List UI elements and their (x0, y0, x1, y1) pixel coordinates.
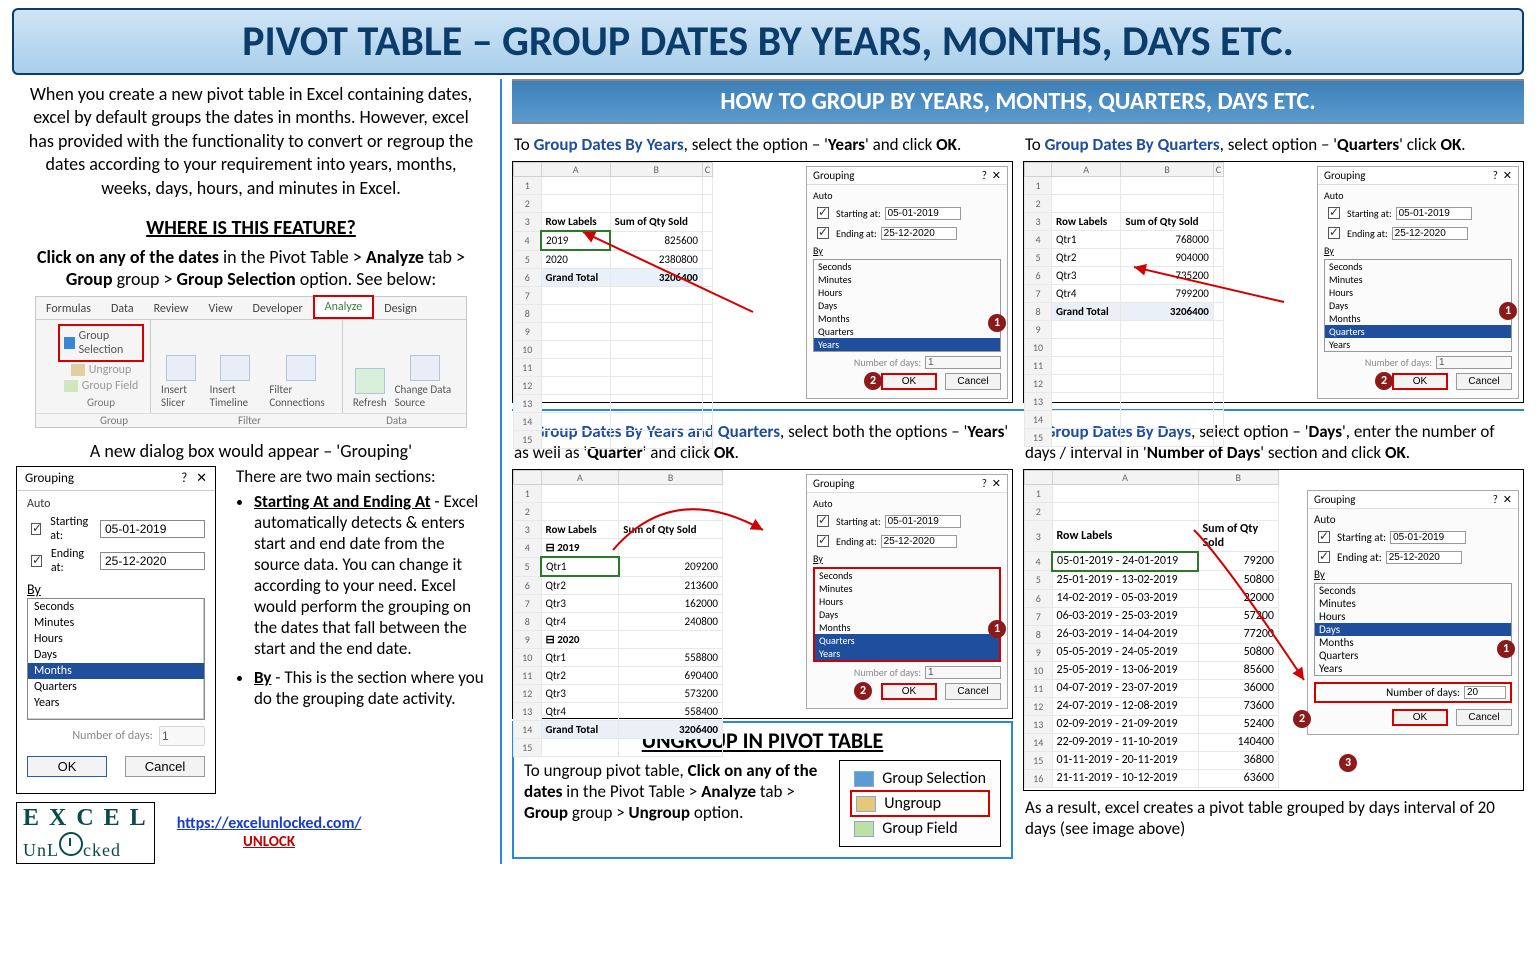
sections-description: There are two main sections: Starting At… (226, 466, 486, 794)
numdays-label: Number of days: (1386, 686, 1460, 699)
years-screenshot: ABC 1 2 3Row LabelsSum of Qty Sold 42019… (512, 161, 1013, 403)
change-source-icon (410, 355, 440, 381)
dialog-controls: ? ✕ (181, 471, 207, 486)
group-field-icon (854, 821, 874, 837)
yq-grouping-dialog: Grouping? ✕ Auto Starting at: Ending at:… (806, 474, 1008, 709)
quarters-screenshot: ABC 1 2 3Row LabelsSum of Qty Sold 4Qtr1… (1023, 161, 1524, 403)
quarters-sheet: ABC 1 2 3Row LabelsSum of Qty Sold 4Qtr1… (1024, 162, 1224, 447)
arrow-right-icon (64, 337, 75, 349)
cancel-button[interactable]: Cancel (125, 756, 205, 777)
group-field-item: Group Field (882, 819, 957, 838)
dialog-caption: A new dialog box would appear – 'Groupin… (16, 434, 486, 466)
dialog-title: Grouping (25, 471, 74, 486)
tab-design: Design (374, 299, 427, 319)
ok-button[interactable]: OK (27, 756, 107, 777)
tab-formulas: Formulas (36, 299, 101, 319)
start-label: Starting at: (50, 515, 94, 543)
days-screenshot: AB 1 2 3Row LabelsSum of Qty Sold 405-01… (1023, 469, 1524, 791)
logo: E X C E L UnLcked (16, 802, 155, 864)
tab-data: Data (101, 299, 144, 319)
step-marker-1: 1 (988, 620, 1006, 638)
ungroup-text: To ungroup pivot table, Click on any of … (524, 760, 829, 823)
grouping-dialog: Grouping ? ✕ Auto Starting at: Ending at… (16, 466, 216, 794)
unlock-text: UNLOCK (177, 833, 362, 851)
where-instruction: Click on any of the dates in the Pivot T… (16, 246, 486, 296)
yq-sheet: AB 1 2 3Row LabelsSum of Qty Sold 4⊟ 201… (513, 470, 723, 757)
numdays-input-20 (1464, 686, 1506, 699)
by-label: By (27, 581, 41, 598)
by-list[interactable]: Seconds Minutes Hours Days Months Quarte… (27, 598, 205, 720)
timeline-icon (220, 355, 250, 381)
ribbon-screenshot: Formulas Data Review View Developer Anal… (35, 296, 467, 428)
ungroup-item: Ungroup (884, 794, 941, 813)
group-selection-item: Group Selection (882, 769, 986, 788)
step-marker-3: 3 (1339, 754, 1357, 772)
step-marker-2: 2 (1375, 372, 1393, 390)
years-sheet: ABC 1 2 3Row LabelsSum of Qty Sold 42019… (513, 162, 713, 449)
connections-icon (286, 355, 316, 381)
tab-analyze: Analyze (313, 295, 375, 319)
auto-label: Auto (27, 497, 205, 511)
start-input[interactable] (100, 520, 205, 538)
tab-developer: Developer (243, 299, 313, 319)
intro-text: When you create a new pivot table in Exc… (16, 79, 486, 210)
years-instruction: To Group Dates By Years, select the opti… (512, 130, 1013, 161)
where-heading: WHERE IS THIS FEATURE? (16, 216, 486, 240)
numdays-input (159, 726, 205, 746)
step-marker-2: 2 (1293, 710, 1311, 728)
tab-view: View (198, 299, 242, 319)
ungroup-panel: Group Selection Ungroup Group Field (839, 760, 1001, 847)
group-label: Group (87, 396, 115, 409)
arrow-right-icon (854, 771, 874, 787)
quarters-instruction: To Group Dates By Quarters, select optio… (1023, 130, 1524, 161)
group-field: Group Field (82, 379, 139, 393)
days-result: As a result, excel creates a pivot table… (1023, 791, 1524, 845)
ungroup-item: Ungroup (89, 363, 132, 377)
step-marker-2: 2 (864, 372, 882, 390)
step-marker-2: 2 (854, 682, 872, 700)
main-title: PIVOT TABLE – GROUP DATES BY YEARS, MONT… (12, 8, 1524, 75)
right-header: HOW TO GROUP BY YEARS, MONTHS, QUARTERS,… (512, 79, 1524, 124)
tab-review: Review (144, 299, 199, 319)
end-label: Ending at: (51, 547, 94, 575)
numdays-label: Number of days: (72, 729, 153, 743)
end-checkbox[interactable] (31, 555, 42, 567)
step-marker-1: 1 (988, 314, 1006, 332)
yq-screenshot: AB 1 2 3Row LabelsSum of Qty Sold 4⊟ 201… (512, 469, 1013, 719)
website-link[interactable]: https://excelunlocked.com/ (177, 814, 362, 833)
ungroup-icon (71, 364, 85, 376)
step-marker-1: 1 (1499, 302, 1517, 320)
lock-icon (59, 832, 83, 856)
days-sheet: AB 1 2 3Row LabelsSum of Qty Sold 405-01… (1024, 470, 1279, 788)
ungroup-icon (856, 796, 876, 812)
years-grouping-dialog: Grouping? ✕ Auto Starting at: Ending at:… (806, 166, 1008, 399)
slicer-icon (166, 355, 196, 381)
days-grouping-dialog: Grouping? ✕ Auto Starting at: Ending at:… (1307, 490, 1519, 735)
refresh-icon (355, 368, 385, 394)
quarters-grouping-dialog: Grouping? ✕ Auto Starting at: Ending at:… (1317, 166, 1519, 399)
end-input[interactable] (100, 552, 205, 570)
start-checkbox[interactable] (31, 523, 41, 535)
step-marker-1: 1 (1497, 640, 1515, 658)
group-field-icon (64, 380, 78, 392)
group-selection: Group Selection (79, 329, 138, 357)
